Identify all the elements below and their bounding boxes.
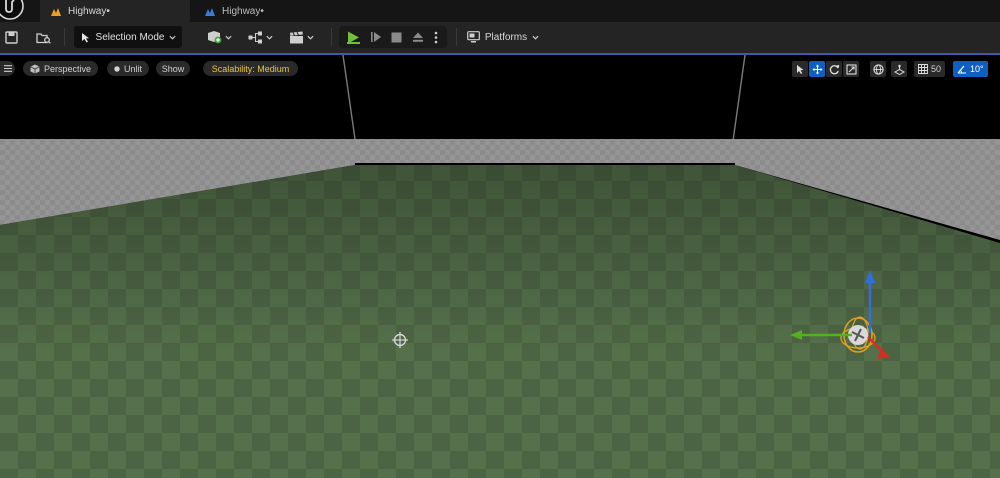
grid-snap-button[interactable]: 50 [914,61,946,77]
show-flags-dropdown[interactable]: Show [156,61,190,76]
platforms-icon [466,31,480,43]
selection-mode-dropdown[interactable]: Selection Mode [74,26,182,48]
grid-icon [918,64,928,74]
stop-button[interactable] [389,28,405,46]
tab-label: Highway• [68,5,110,17]
coordinate-system-button-wrap [870,61,886,77]
level-icon [51,8,61,16]
scale-tool-button[interactable] [843,61,859,77]
chevron-down-icon [224,35,232,40]
surface-snap-wrap [891,61,907,77]
translate-tool-button[interactable] [809,61,825,77]
world-space-button[interactable] [870,61,886,77]
platforms-label: Platforms [484,31,528,43]
rotation-snap-value: 10° [970,64,984,74]
transform-tools [792,61,859,77]
skip-forward-icon [370,32,381,42]
content-browser-button[interactable] [33,26,53,48]
sphere-icon [114,65,120,72]
chevron-down-icon [265,35,273,40]
hamburger-icon [3,65,12,72]
toolbar-separator [456,28,457,46]
more-vertical-icon [435,31,438,43]
cube-icon [30,64,40,73]
eject-icon [413,32,424,42]
perspective-label: Perspective [43,63,91,74]
tab-highway-level[interactable]: Highway• [40,0,190,22]
scale-icon [845,63,857,75]
globe-icon [872,63,884,75]
add-actor-icon [207,31,221,44]
rotation-snap-wrap: 10° [953,61,988,77]
eject-button[interactable] [410,28,426,46]
cinematics-button[interactable] [286,26,316,48]
advance-frame-button[interactable] [368,28,384,46]
add-content-button[interactable] [204,26,234,48]
view-mode-label: Unlit [123,63,142,74]
rotate-tool-button[interactable] [826,61,842,77]
play-options-button[interactable] [431,28,441,46]
blueprint-icon [205,8,215,16]
chevron-down-icon [532,35,539,40]
chevron-down-icon [169,35,176,40]
select-tool-button[interactable] [792,61,808,77]
play-button[interactable] [345,28,363,46]
toolbar-separator [64,28,65,46]
move-arrows-icon [812,64,822,74]
main-toolbar: Selection Mode Platforms [0,22,1000,53]
save-button[interactable] [2,26,20,48]
surface-snapping-button[interactable] [891,61,907,77]
rotation-snap-button[interactable]: 10° [953,61,988,77]
surface-snap-icon [893,64,905,75]
level-viewport[interactable]: Perspective Unlit Show Scalability: Medi… [0,55,1000,478]
show-label: Show [161,63,185,74]
cursor-icon [797,65,804,74]
chevron-down-icon [306,35,314,40]
cursor-icon [81,32,89,42]
grid-snap-wrap: 50 [914,61,946,77]
stop-icon [391,32,402,42]
clapperboard-icon [289,31,303,43]
folder-search-icon [35,32,51,44]
tab-label: Highway• [222,5,264,17]
blueprint-graph-icon [248,31,262,43]
rotate-icon [829,64,839,74]
perspective-dropdown[interactable]: Perspective [23,61,98,76]
selection-mode-label: Selection Mode [95,31,165,43]
unreal-logo-icon[interactable] [0,0,26,22]
viewport-menu-button[interactable] [0,61,15,76]
tab-highway-blueprint[interactable]: Highway• [194,0,344,22]
angle-icon [957,65,966,74]
grid-snap-value: 50 [931,64,942,74]
play-controls [339,26,447,48]
save-icon [4,30,18,44]
scalability-label: Scalability: Medium [211,63,290,74]
blueprints-button[interactable] [246,26,274,48]
view-mode-dropdown[interactable]: Unlit [107,61,149,76]
viewport-scene[interactable] [0,55,1000,478]
toolbar-separator [331,28,332,46]
document-tab-bar: Highway• Highway• [0,0,1000,22]
platforms-dropdown[interactable]: Platforms [463,26,543,48]
scalability-warning[interactable]: Scalability: Medium [203,61,298,76]
play-icon [347,31,361,44]
